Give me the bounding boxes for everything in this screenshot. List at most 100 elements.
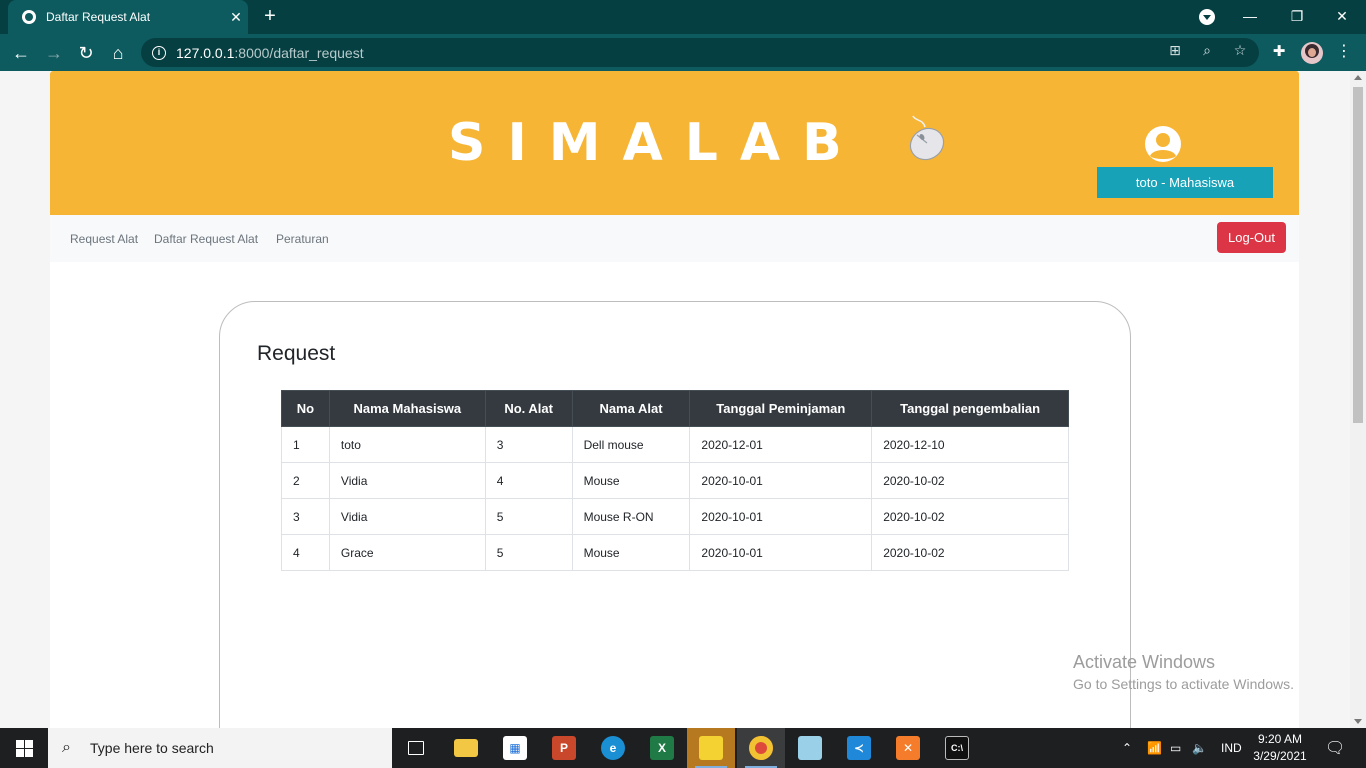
notifications-icon[interactable]: 🗨 [1325, 728, 1345, 768]
minimize-button[interactable]: — [1228, 0, 1272, 34]
excel-icon[interactable]: X [638, 728, 686, 768]
nav-link-daftar-request-alat[interactable]: Daftar Request Alat [154, 232, 258, 246]
table-row: 2 Vidia 4 Mouse 2020-10-01 2020-10-02 [281, 462, 1069, 499]
cell-tanggal-peminjaman: 2020-12-01 [689, 426, 873, 463]
site-info-icon[interactable]: i [152, 45, 166, 60]
cell-nama-mahasiswa: Vidia [328, 498, 486, 535]
edge-icon[interactable]: e [589, 728, 637, 768]
cell-no: 4 [281, 534, 330, 571]
cell-nama-alat: Mouse [571, 462, 691, 499]
new-tab-button[interactable]: + [258, 4, 282, 28]
watermark-subtitle: Go to Settings to activate Windows. [1073, 676, 1294, 692]
url-host: 127.0.0.1 [176, 44, 235, 61]
taskbar-search-box[interactable]: ⌕ Type here to search [48, 728, 392, 768]
back-arrow-icon[interactable]: ← [8, 40, 34, 66]
column-header-no-alat: No. Alat [484, 390, 573, 427]
search-icon: ⌕ [62, 739, 71, 756]
cell-no: 2 [281, 462, 330, 499]
task-view-icon[interactable] [392, 728, 440, 768]
column-header-no: No [281, 390, 330, 427]
browser-tab-strip: Daftar Request Alat ✕ + — ❐ ✕ [0, 0, 1366, 34]
request-card: Request No Nama Mahasiswa No. Alat Nama … [219, 301, 1131, 728]
logout-button[interactable]: Log-Out [1217, 222, 1286, 253]
cell-tanggal-pengembalian: 2020-10-02 [871, 534, 1069, 571]
window-close-button[interactable]: ✕ [1320, 0, 1364, 34]
globe-icon [22, 10, 36, 24]
file-explorer-icon[interactable] [442, 728, 490, 768]
windows-taskbar: ⌕ Type here to search ▦ P e X ≺ ✕ C:\ ⌃ … [0, 728, 1366, 768]
cell-nama-mahasiswa: toto [328, 426, 486, 463]
tab-close-button[interactable]: ✕ [224, 9, 248, 26]
cell-tanggal-pengembalian: 2020-10-02 [871, 498, 1069, 535]
notepad-icon[interactable] [786, 728, 834, 768]
tab-search-icon[interactable] [1199, 9, 1215, 25]
nav-link-peraturan[interactable]: Peraturan [276, 232, 329, 246]
windows-start-icon[interactable] [0, 728, 48, 768]
cell-tanggal-peminjaman: 2020-10-01 [689, 498, 873, 535]
cell-tanggal-pengembalian: 2020-12-10 [871, 426, 1069, 463]
network-icon[interactable]: 📶 [1147, 728, 1162, 768]
reload-icon[interactable]: ↻ [73, 40, 99, 66]
vscode-icon[interactable]: ≺ [835, 728, 883, 768]
browser-toolbar: ← → ↻ ⌂ i 127.0.0.1:8000/daftar_request … [0, 34, 1366, 71]
computer-mouse-icon [909, 115, 945, 161]
cell-tanggal-peminjaman: 2020-10-01 [689, 462, 873, 499]
cell-nama-mahasiswa: Vidia [328, 462, 486, 499]
home-icon[interactable]: ⌂ [105, 40, 131, 66]
url-path: :8000/daftar_request [234, 44, 364, 61]
table-row: 4 Grace 5 Mouse 2020-10-01 2020-10-02 [281, 534, 1069, 571]
site-header: SIMALAB toto - Mahasiswa [50, 71, 1299, 215]
nav-link-request-alat[interactable]: Request Alat [70, 232, 138, 246]
cell-no-alat: 3 [484, 426, 573, 463]
taskbar-search-placeholder: Type here to search [90, 740, 214, 756]
activate-windows-watermark: Activate Windows Go to Settings to activ… [1073, 652, 1294, 692]
column-header-tanggal-peminjaman: Tanggal Peminjaman [689, 390, 873, 427]
chrome-icon[interactable] [737, 728, 785, 768]
powerpoint-icon[interactable]: P [540, 728, 588, 768]
browser-tab[interactable]: Daftar Request Alat ✕ [8, 0, 248, 34]
browser-menu-icon[interactable]: ⋮ [1336, 42, 1352, 62]
taskbar-clock[interactable]: 9:20 AM 3/29/2021 [1246, 731, 1314, 765]
cell-nama-mahasiswa: Grace [328, 534, 486, 571]
table-row: 3 Vidia 5 Mouse R-ON 2020-10-01 2020-10-… [281, 498, 1069, 535]
forward-arrow-icon[interactable]: → [41, 40, 67, 66]
input-language[interactable]: IND [1221, 728, 1242, 768]
page-viewport: SIMALAB toto - Mahasiswa Request Alat Da… [0, 71, 1366, 728]
page-scrollbar[interactable] [1350, 71, 1366, 728]
restore-button[interactable]: ❐ [1275, 0, 1319, 34]
card-title: Request [257, 342, 336, 365]
column-header-nama-mahasiswa: Nama Mahasiswa [328, 390, 486, 427]
scrollbar-thumb[interactable] [1353, 87, 1363, 423]
translate-icon[interactable]: ⊞ [1166, 41, 1184, 59]
battery-icon[interactable]: ▭ [1170, 728, 1181, 768]
extensions-icon[interactable]: ✚ [1270, 43, 1288, 61]
clock-time: 9:20 AM [1257, 732, 1303, 746]
cell-tanggal-peminjaman: 2020-10-01 [689, 534, 873, 571]
cell-nama-alat: Mouse [571, 534, 691, 571]
sticky-notes-icon[interactable] [687, 728, 735, 768]
terminal-icon[interactable]: C:\ [933, 728, 981, 768]
cell-nama-alat: Mouse R-ON [571, 498, 691, 535]
site-brand: SIMALAB [448, 113, 864, 173]
clock-date: 3/29/2021 [1253, 749, 1307, 763]
address-bar[interactable]: i 127.0.0.1:8000/daftar_request [141, 38, 1259, 67]
user-circle-icon [1145, 126, 1181, 162]
cell-no: 1 [281, 426, 330, 463]
table-header-row: No Nama Mahasiswa No. Alat Nama Alat Tan… [281, 390, 1069, 427]
cell-tanggal-pengembalian: 2020-10-02 [871, 462, 1069, 499]
user-badge[interactable]: toto - Mahasiswa [1097, 167, 1273, 198]
column-header-nama-alat: Nama Alat [571, 390, 691, 427]
microsoft-store-icon[interactable]: ▦ [491, 728, 539, 768]
scroll-down-icon[interactable] [1354, 719, 1362, 724]
volume-icon[interactable]: 🔈 [1192, 728, 1207, 768]
cell-no-alat: 4 [484, 462, 573, 499]
bookmark-star-icon[interactable]: ☆ [1231, 41, 1249, 59]
xampp-icon[interactable]: ✕ [884, 728, 932, 768]
column-header-tanggal-pengembalian: Tanggal pengembalian [871, 390, 1069, 427]
zoom-icon[interactable]: ⌕ [1198, 41, 1216, 59]
show-hidden-icons-icon[interactable]: ⌃ [1122, 728, 1132, 768]
scroll-up-icon[interactable] [1354, 75, 1362, 80]
request-table: No Nama Mahasiswa No. Alat Nama Alat Tan… [281, 390, 1069, 571]
cell-no: 3 [281, 498, 330, 535]
profile-avatar[interactable] [1301, 42, 1323, 64]
